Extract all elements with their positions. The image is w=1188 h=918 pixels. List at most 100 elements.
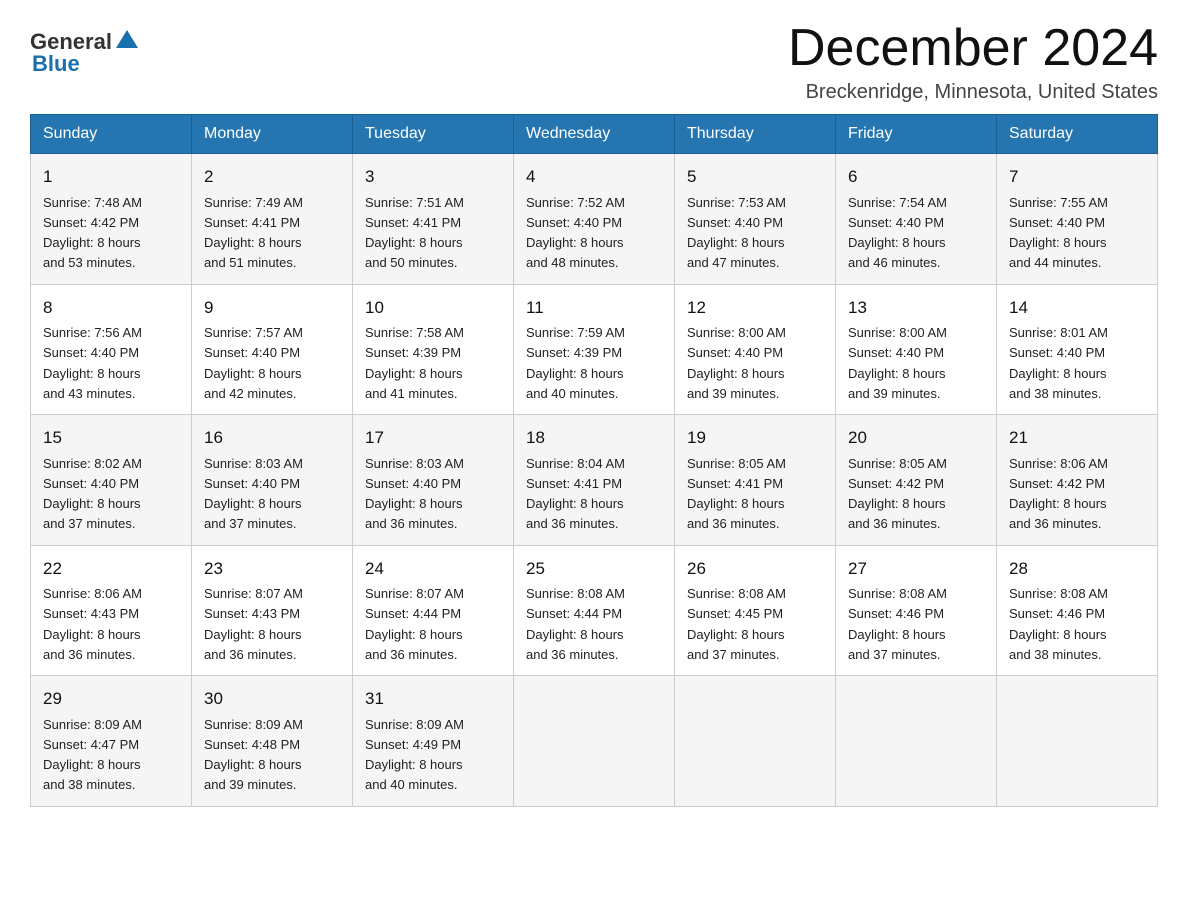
day-info: Sunrise: 7:49 AMSunset: 4:41 PMDaylight:… [204,195,303,271]
day-number: 27 [848,556,984,582]
calendar-table: Sunday Monday Tuesday Wednesday Thursday… [30,114,1158,807]
calendar-header-row: Sunday Monday Tuesday Wednesday Thursday… [31,115,1158,154]
logo-general-text: General [30,31,112,53]
calendar-day-cell: 3 Sunrise: 7:51 AMSunset: 4:41 PMDayligh… [353,154,514,285]
day-info: Sunrise: 8:03 AMSunset: 4:40 PMDaylight:… [365,456,464,532]
calendar-day-cell: 9 Sunrise: 7:57 AMSunset: 4:40 PMDayligh… [192,284,353,415]
day-number: 11 [526,295,662,321]
calendar-day-cell: 14 Sunrise: 8:01 AMSunset: 4:40 PMDaylig… [997,284,1158,415]
calendar-day-cell: 25 Sunrise: 8:08 AMSunset: 4:44 PMDaylig… [514,545,675,676]
calendar-day-cell [836,676,997,807]
day-info: Sunrise: 8:08 AMSunset: 4:44 PMDaylight:… [526,586,625,662]
calendar-day-cell: 15 Sunrise: 8:02 AMSunset: 4:40 PMDaylig… [31,415,192,546]
calendar-week-row: 1 Sunrise: 7:48 AMSunset: 4:42 PMDayligh… [31,154,1158,285]
day-info: Sunrise: 8:08 AMSunset: 4:46 PMDaylight:… [1009,586,1108,662]
day-info: Sunrise: 7:57 AMSunset: 4:40 PMDaylight:… [204,325,303,401]
day-info: Sunrise: 7:58 AMSunset: 4:39 PMDaylight:… [365,325,464,401]
day-number: 8 [43,295,179,321]
day-info: Sunrise: 8:09 AMSunset: 4:48 PMDaylight:… [204,717,303,793]
day-info: Sunrise: 7:53 AMSunset: 4:40 PMDaylight:… [687,195,786,271]
col-tuesday: Tuesday [353,115,514,154]
day-info: Sunrise: 8:06 AMSunset: 4:42 PMDaylight:… [1009,456,1108,532]
day-info: Sunrise: 8:05 AMSunset: 4:41 PMDaylight:… [687,456,786,532]
day-info: Sunrise: 8:03 AMSunset: 4:40 PMDaylight:… [204,456,303,532]
day-number: 31 [365,686,501,712]
calendar-day-cell: 24 Sunrise: 8:07 AMSunset: 4:44 PMDaylig… [353,545,514,676]
month-title: December 2024 [788,20,1158,77]
day-number: 10 [365,295,501,321]
calendar-day-cell: 20 Sunrise: 8:05 AMSunset: 4:42 PMDaylig… [836,415,997,546]
day-number: 29 [43,686,179,712]
day-number: 5 [687,164,823,190]
calendar-day-cell: 6 Sunrise: 7:54 AMSunset: 4:40 PMDayligh… [836,154,997,285]
day-number: 14 [1009,295,1145,321]
location-subtitle: Breckenridge, Minnesota, United States [788,81,1158,104]
calendar-day-cell: 12 Sunrise: 8:00 AMSunset: 4:40 PMDaylig… [675,284,836,415]
day-info: Sunrise: 7:55 AMSunset: 4:40 PMDaylight:… [1009,195,1108,271]
logo-icon: General Blue [30,28,138,75]
day-info: Sunrise: 7:54 AMSunset: 4:40 PMDaylight:… [848,195,947,271]
calendar-week-row: 22 Sunrise: 8:06 AMSunset: 4:43 PMDaylig… [31,545,1158,676]
day-number: 23 [204,556,340,582]
calendar-day-cell: 5 Sunrise: 7:53 AMSunset: 4:40 PMDayligh… [675,154,836,285]
day-info: Sunrise: 7:48 AMSunset: 4:42 PMDaylight:… [43,195,142,271]
day-info: Sunrise: 8:00 AMSunset: 4:40 PMDaylight:… [687,325,786,401]
day-info: Sunrise: 8:05 AMSunset: 4:42 PMDaylight:… [848,456,947,532]
logo-blue-text: Blue [32,53,80,75]
day-number: 4 [526,164,662,190]
day-number: 13 [848,295,984,321]
calendar-day-cell [997,676,1158,807]
calendar-day-cell: 2 Sunrise: 7:49 AMSunset: 4:41 PMDayligh… [192,154,353,285]
calendar-day-cell: 13 Sunrise: 8:00 AMSunset: 4:40 PMDaylig… [836,284,997,415]
day-number: 19 [687,425,823,451]
day-number: 17 [365,425,501,451]
calendar-day-cell: 22 Sunrise: 8:06 AMSunset: 4:43 PMDaylig… [31,545,192,676]
day-info: Sunrise: 8:07 AMSunset: 4:44 PMDaylight:… [365,586,464,662]
page-header: General Blue December 2024 Breckenridge,… [30,20,1158,104]
title-section: December 2024 Breckenridge, Minnesota, U… [788,20,1158,104]
day-number: 9 [204,295,340,321]
day-info: Sunrise: 7:52 AMSunset: 4:40 PMDaylight:… [526,195,625,271]
calendar-day-cell: 28 Sunrise: 8:08 AMSunset: 4:46 PMDaylig… [997,545,1158,676]
day-info: Sunrise: 8:08 AMSunset: 4:46 PMDaylight:… [848,586,947,662]
col-thursday: Thursday [675,115,836,154]
calendar-day-cell: 16 Sunrise: 8:03 AMSunset: 4:40 PMDaylig… [192,415,353,546]
col-saturday: Saturday [997,115,1158,154]
day-info: Sunrise: 7:56 AMSunset: 4:40 PMDaylight:… [43,325,142,401]
day-number: 2 [204,164,340,190]
logo: General Blue [30,28,138,75]
calendar-day-cell: 7 Sunrise: 7:55 AMSunset: 4:40 PMDayligh… [997,154,1158,285]
calendar-day-cell: 31 Sunrise: 8:09 AMSunset: 4:49 PMDaylig… [353,676,514,807]
day-number: 15 [43,425,179,451]
day-number: 7 [1009,164,1145,190]
calendar-day-cell: 18 Sunrise: 8:04 AMSunset: 4:41 PMDaylig… [514,415,675,546]
day-number: 22 [43,556,179,582]
calendar-day-cell: 19 Sunrise: 8:05 AMSunset: 4:41 PMDaylig… [675,415,836,546]
day-number: 1 [43,164,179,190]
day-number: 12 [687,295,823,321]
day-number: 18 [526,425,662,451]
day-number: 26 [687,556,823,582]
calendar-day-cell [514,676,675,807]
col-sunday: Sunday [31,115,192,154]
day-info: Sunrise: 8:01 AMSunset: 4:40 PMDaylight:… [1009,325,1108,401]
day-info: Sunrise: 8:02 AMSunset: 4:40 PMDaylight:… [43,456,142,532]
day-number: 3 [365,164,501,190]
col-wednesday: Wednesday [514,115,675,154]
calendar-day-cell: 29 Sunrise: 8:09 AMSunset: 4:47 PMDaylig… [31,676,192,807]
day-info: Sunrise: 8:06 AMSunset: 4:43 PMDaylight:… [43,586,142,662]
day-number: 16 [204,425,340,451]
day-info: Sunrise: 8:08 AMSunset: 4:45 PMDaylight:… [687,586,786,662]
logo-triangle-icon [116,28,138,50]
day-number: 20 [848,425,984,451]
day-number: 21 [1009,425,1145,451]
calendar-day-cell: 4 Sunrise: 7:52 AMSunset: 4:40 PMDayligh… [514,154,675,285]
day-info: Sunrise: 7:59 AMSunset: 4:39 PMDaylight:… [526,325,625,401]
day-info: Sunrise: 8:09 AMSunset: 4:47 PMDaylight:… [43,717,142,793]
calendar-day-cell: 11 Sunrise: 7:59 AMSunset: 4:39 PMDaylig… [514,284,675,415]
calendar-day-cell: 10 Sunrise: 7:58 AMSunset: 4:39 PMDaylig… [353,284,514,415]
day-info: Sunrise: 8:04 AMSunset: 4:41 PMDaylight:… [526,456,625,532]
calendar-day-cell: 21 Sunrise: 8:06 AMSunset: 4:42 PMDaylig… [997,415,1158,546]
calendar-day-cell: 1 Sunrise: 7:48 AMSunset: 4:42 PMDayligh… [31,154,192,285]
day-number: 6 [848,164,984,190]
